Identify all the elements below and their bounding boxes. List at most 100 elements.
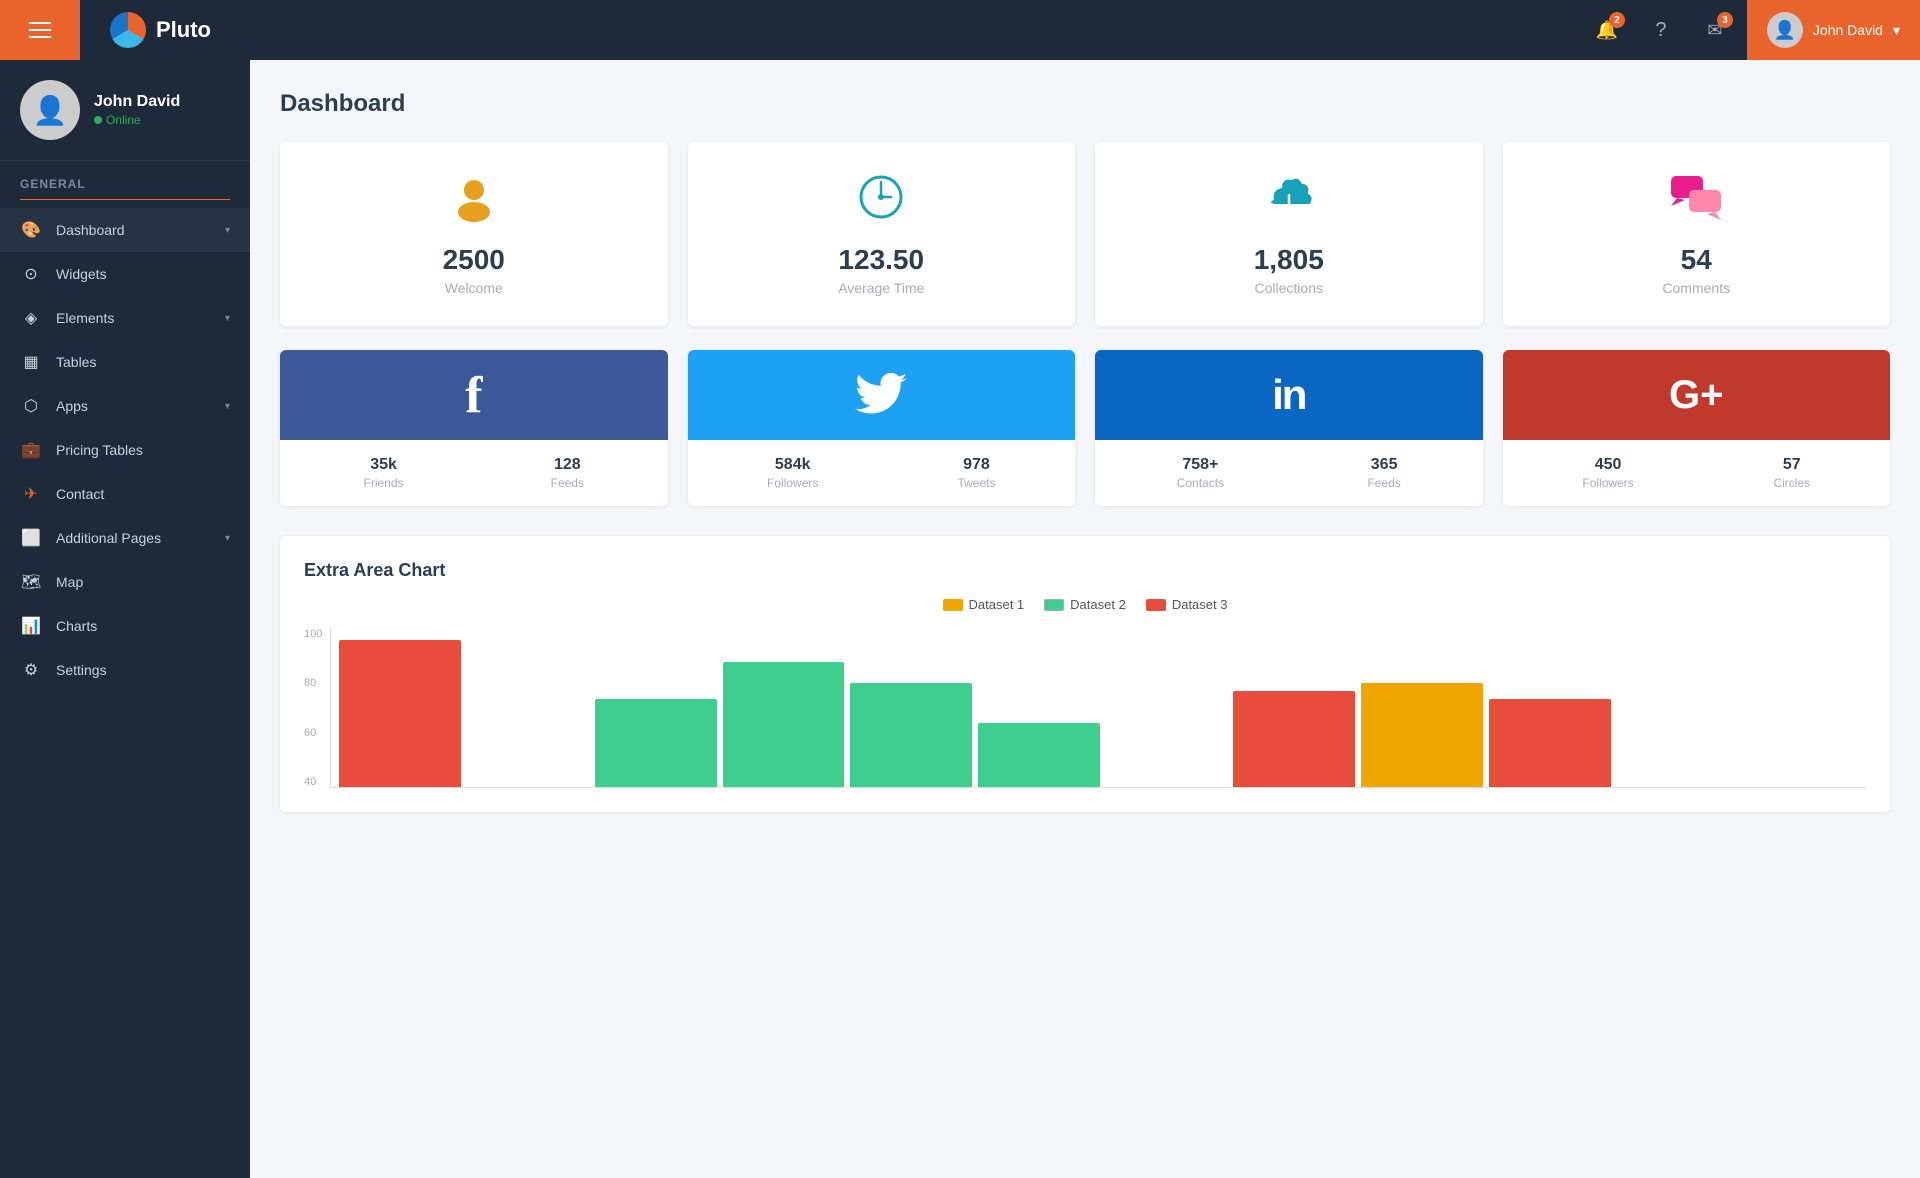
welcome-value: 2500 xyxy=(443,244,505,276)
hamburger-icon xyxy=(29,22,51,38)
dropdown-arrow-icon: ▾ xyxy=(1893,22,1900,39)
sidebar-item-dashboard[interactable]: 🎨 Dashboard ▾ xyxy=(0,208,250,252)
sidebar-item-label: Pricing Tables xyxy=(56,442,230,458)
chevron-down-icon: ▾ xyxy=(225,313,230,324)
widgets-icon: ⊙ xyxy=(20,264,42,284)
sidebar-user-info: John David Online xyxy=(94,93,180,127)
linkedin-feeds: 365 Feeds xyxy=(1367,456,1400,490)
friends-value: 35k xyxy=(364,456,404,474)
cloud-download-icon xyxy=(1264,172,1314,232)
logo-text: Pluto xyxy=(156,17,211,43)
logo: Pluto xyxy=(80,12,241,48)
logo-icon xyxy=(110,12,146,48)
bar-group xyxy=(1489,699,1611,787)
linkedin-feeds-value: 365 xyxy=(1367,456,1400,474)
sidebar-item-additional-pages[interactable]: ⬜ Additional Pages ▾ xyxy=(0,516,250,560)
googleplus-stats: 450 Followers 57 Circles xyxy=(1503,440,1891,506)
welcome-icon xyxy=(449,172,499,232)
sidebar-status: Online xyxy=(94,113,180,127)
chart-bar xyxy=(723,662,845,787)
sidebar-item-settings[interactable]: ⚙ Settings xyxy=(0,648,250,692)
sidebar-item-label: Widgets xyxy=(56,266,230,282)
hamburger-button[interactable] xyxy=(0,0,80,60)
bar-group xyxy=(1361,683,1483,787)
avg-time-label: Average Time xyxy=(838,280,924,296)
charts-icon: 📊 xyxy=(20,616,42,636)
apps-icon: ⬡ xyxy=(20,396,42,416)
gplus-circles: 57 Circles xyxy=(1773,456,1810,490)
user-name: John David xyxy=(1813,22,1883,38)
sidebar-item-pricing-tables[interactable]: 💼 Pricing Tables xyxy=(0,428,250,472)
notifications-button[interactable]: 🔔 2 xyxy=(1585,8,1629,52)
chart-bar xyxy=(1489,699,1611,787)
sidebar-item-label: Charts xyxy=(56,618,230,634)
bar-group xyxy=(339,640,461,787)
sidebar-item-apps[interactable]: ⬡ Apps ▾ xyxy=(0,384,250,428)
chevron-down-icon: ▾ xyxy=(225,225,230,236)
pages-icon: ⬜ xyxy=(20,528,42,548)
feeds-label: Feeds xyxy=(551,476,584,490)
stat-card-comments: 54 Comments xyxy=(1503,142,1891,326)
sidebar-item-map[interactable]: 🗺 Map xyxy=(0,560,250,604)
legend-label-2: Dataset 2 xyxy=(1070,597,1126,612)
map-icon: 🗺 xyxy=(20,572,42,592)
sidebar-item-label: Tables xyxy=(56,354,230,370)
social-card-linkedin: in 758+ Contacts 365 Feeds xyxy=(1095,350,1483,506)
sidebar-divider xyxy=(20,199,230,200)
sidebar-item-label: Dashboard xyxy=(56,222,211,238)
stat-cards-row: 2500 Welcome 123.50 Average Time xyxy=(280,142,1890,326)
comments-label: Comments xyxy=(1662,280,1730,296)
chart-bar xyxy=(978,723,1100,787)
user-menu[interactable]: 👤 John David ▾ xyxy=(1747,0,1920,60)
contacts-label: Contacts xyxy=(1177,476,1224,490)
chart-bar xyxy=(595,699,717,787)
sidebar-username: John David xyxy=(94,93,180,111)
contacts-value: 758+ xyxy=(1177,456,1224,474)
topbar: Pluto 🔔 2 ? ✉ 3 👤 John David ▾ xyxy=(0,0,1920,60)
sidebar-item-widgets[interactable]: ⊙ Widgets xyxy=(0,252,250,296)
linkedin-icon: in xyxy=(1272,371,1305,419)
sidebar-item-tables[interactable]: ▦ Tables xyxy=(0,340,250,384)
chart-bar xyxy=(850,683,972,787)
elements-icon: ◈ xyxy=(20,308,42,328)
bar-group xyxy=(595,699,717,787)
twitter-tweets: 978 Tweets xyxy=(957,456,995,490)
linkedin-header: in xyxy=(1095,350,1483,440)
twitter-header xyxy=(688,350,1076,440)
collections-value: 1,805 xyxy=(1254,244,1324,276)
social-cards-row: f 35k Friends 128 Feeds xyxy=(280,350,1890,506)
sidebar-status-text: Online xyxy=(106,113,141,127)
gplus-circles-value: 57 xyxy=(1773,456,1810,474)
friends-label: Friends xyxy=(364,476,404,490)
facebook-friends: 35k Friends xyxy=(364,456,404,490)
legend-label-3: Dataset 3 xyxy=(1172,597,1228,612)
followers-label: Followers xyxy=(767,476,818,490)
legend-label-1: Dataset 1 xyxy=(969,597,1025,612)
bar-group xyxy=(723,662,845,787)
tables-icon: ▦ xyxy=(20,352,42,372)
linkedin-stats: 758+ Contacts 365 Feeds xyxy=(1095,440,1483,506)
twitter-stats: 584k Followers 978 Tweets xyxy=(688,440,1076,506)
welcome-label: Welcome xyxy=(445,280,503,296)
help-button[interactable]: ? xyxy=(1639,8,1683,52)
sidebar-item-elements[interactable]: ◈ Elements ▾ xyxy=(0,296,250,340)
sidebar: 👤 John David Online General 🎨 Dashboard … xyxy=(0,60,250,1178)
facebook-stats: 35k Friends 128 Feeds xyxy=(280,440,668,506)
notifications-badge: 2 xyxy=(1609,12,1625,28)
y-label: 80 xyxy=(304,677,322,689)
sidebar-item-contact[interactable]: ✈ Contact xyxy=(0,472,250,516)
y-label: 100 xyxy=(304,628,322,640)
comments-value: 54 xyxy=(1681,244,1712,276)
social-card-facebook: f 35k Friends 128 Feeds xyxy=(280,350,668,506)
stat-card-collections: 1,805 Collections xyxy=(1095,142,1483,326)
sidebar-item-label: Settings xyxy=(56,662,230,678)
facebook-header: f xyxy=(280,350,668,440)
tweets-value: 978 xyxy=(957,456,995,474)
messages-button[interactable]: ✉ 3 xyxy=(1693,8,1737,52)
main-content: Dashboard 2500 Welcome xyxy=(250,60,1920,1178)
avatar: 👤 xyxy=(1767,12,1803,48)
layout: 👤 John David Online General 🎨 Dashboard … xyxy=(0,60,1920,1178)
twitter-followers: 584k Followers xyxy=(767,456,818,490)
sidebar-item-charts[interactable]: 📊 Charts xyxy=(0,604,250,648)
status-dot-icon xyxy=(94,116,102,124)
